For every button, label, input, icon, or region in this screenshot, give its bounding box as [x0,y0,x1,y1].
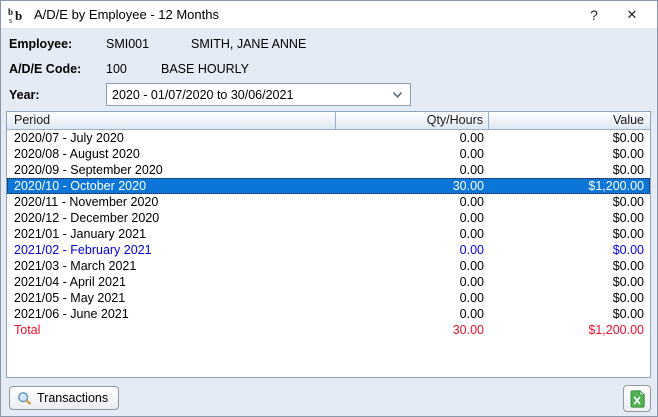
table-row[interactable]: 2021/04 - April 20210.00$0.00 [7,274,650,290]
table-row[interactable]: 2020/11 - November 20200.00$0.00 [7,194,650,210]
total-row: Total 30.00 $1,200.00 [7,322,650,338]
cell-qty-hours: 0.00 [336,290,489,306]
employee-name: SMITH, JANE ANNE [191,37,306,51]
cell-period: 2020/11 - November 2020 [7,194,336,210]
period-table-body: 2020/07 - July 20200.00$0.002020/08 - Au… [7,130,650,322]
cell-value: $1,200.00 [489,178,650,194]
table-row[interactable]: 2020/08 - August 20200.00$0.00 [7,146,650,162]
window-title: A/D/E by Employee - 12 Months [34,7,219,22]
cell-period: 2021/03 - March 2021 [7,258,336,274]
transactions-button-label: Transactions [37,391,108,405]
column-header-value[interactable]: Value [489,112,650,129]
total-value: $1,200.00 [489,322,650,338]
cell-period: 2020/12 - December 2020 [7,210,336,226]
cell-qty-hours: 0.00 [336,130,489,146]
ade-code: 100 [106,62,127,76]
cell-period: 2021/01 - January 2021 [7,226,336,242]
total-label: Total [7,322,336,338]
cell-qty-hours: 0.00 [336,210,489,226]
table-row[interactable]: 2020/09 - September 20200.00$0.00 [7,162,650,178]
cell-value: $0.00 [489,210,650,226]
app-logo-icon: b s b [8,6,28,24]
export-excel-button[interactable] [623,385,651,412]
column-header-qty-hours[interactable]: Qty/Hours [336,112,489,129]
cell-period: 2020/07 - July 2020 [7,130,336,146]
transactions-button[interactable]: Transactions [9,386,119,410]
dialog-window: b s b A/D/E by Employee - 12 Months ? ✕ … [0,0,658,417]
cell-period: 2020/10 - October 2020 [7,178,336,194]
table-row[interactable]: 2020/07 - July 20200.00$0.00 [7,130,650,146]
magnifier-icon [17,391,32,406]
cell-qty-hours: 0.00 [336,242,489,258]
svg-text:s: s [9,16,12,24]
cell-value: $0.00 [489,290,650,306]
cell-period: 2020/08 - August 2020 [7,146,336,162]
table-row[interactable]: 2020/10 - October 202030.00$1,200.00 [7,178,650,194]
cell-value: $0.00 [489,226,650,242]
cell-period: 2020/09 - September 2020 [7,162,336,178]
cell-value: $0.00 [489,162,650,178]
cell-value: $0.00 [489,274,650,290]
period-table: Period Qty/Hours Value 2020/07 - July 20… [6,111,651,378]
table-row[interactable]: 2021/03 - March 20210.00$0.00 [7,258,650,274]
year-label: Year: [9,88,40,102]
table-row[interactable]: 2021/02 - February 20210.00$0.00 [7,242,650,258]
cell-qty-hours: 0.00 [336,226,489,242]
employee-label: Employee: [9,37,72,51]
table-row[interactable]: 2021/05 - May 20210.00$0.00 [7,290,650,306]
svg-text:b: b [15,8,22,23]
cell-value: $0.00 [489,146,650,162]
title-bar: b s b A/D/E by Employee - 12 Months ? ✕ [1,1,657,29]
year-select-value: 2020 - 01/07/2020 to 30/06/2021 [107,88,392,102]
ade-code-label: A/D/E Code: [9,62,81,76]
ade-name: BASE HOURLY [161,62,249,76]
cell-value: $0.00 [489,194,650,210]
excel-file-icon [630,390,645,408]
cell-qty-hours: 0.00 [336,306,489,322]
cell-value: $0.00 [489,242,650,258]
cell-period: 2021/05 - May 2021 [7,290,336,306]
cell-value: $0.00 [489,258,650,274]
chevron-down-icon [392,91,403,99]
cell-qty-hours: 0.00 [336,146,489,162]
table-row[interactable]: 2021/01 - January 20210.00$0.00 [7,226,650,242]
close-button[interactable]: ✕ [619,1,645,28]
employee-code: SMI001 [106,37,149,51]
cell-qty-hours: 0.00 [336,162,489,178]
cell-value: $0.00 [489,130,650,146]
help-button[interactable]: ? [581,1,607,28]
total-qty: 30.00 [336,322,489,338]
cell-qty-hours: 0.00 [336,274,489,290]
table-header: Period Qty/Hours Value [7,112,650,130]
year-select[interactable]: 2020 - 01/07/2020 to 30/06/2021 [106,83,411,106]
cell-qty-hours: 0.00 [336,258,489,274]
table-row[interactable]: 2021/06 - June 20210.00$0.00 [7,306,650,322]
cell-value: $0.00 [489,306,650,322]
column-header-period[interactable]: Period [7,112,336,129]
table-row[interactable]: 2020/12 - December 20200.00$0.00 [7,210,650,226]
cell-qty-hours: 30.00 [336,178,489,194]
cell-qty-hours: 0.00 [336,194,489,210]
cell-period: 2021/02 - February 2021 [7,242,336,258]
cell-period: 2021/06 - June 2021 [7,306,336,322]
cell-period: 2021/04 - April 2021 [7,274,336,290]
